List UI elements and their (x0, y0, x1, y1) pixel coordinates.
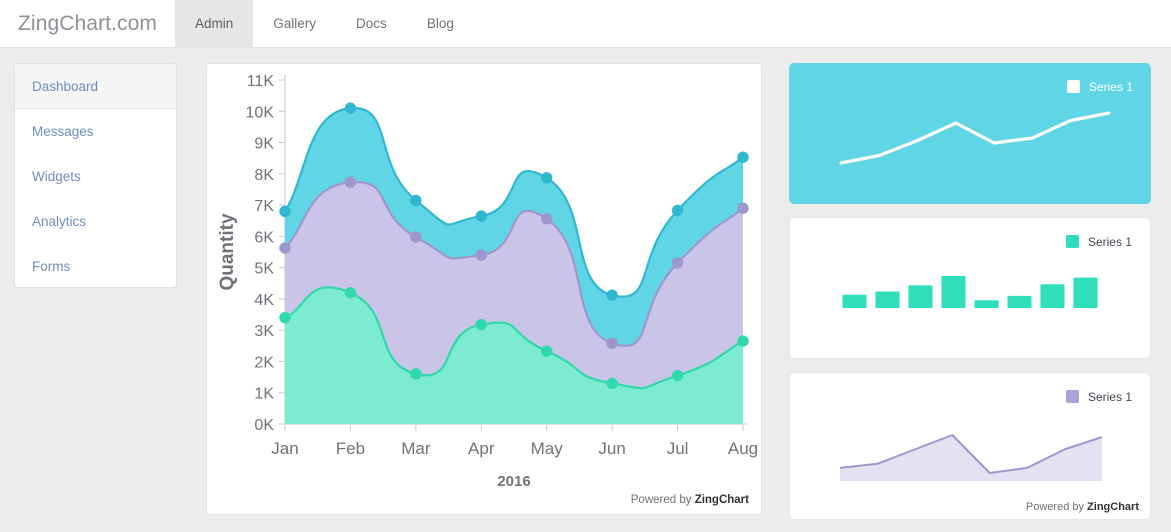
mini-bar (1007, 295, 1032, 308)
panel-area-chart[interactable]: Series 1 Powered by ZingChart (789, 372, 1151, 520)
y-tick-label: 2K (254, 354, 274, 371)
y-tick-label: 11K (247, 73, 275, 90)
data-point[interactable] (475, 210, 487, 222)
sidebar-item-dashboard[interactable]: Dashboard (15, 64, 176, 109)
y-tick-label: 4K (254, 292, 274, 309)
data-point[interactable] (541, 345, 553, 357)
data-point[interactable] (344, 286, 357, 299)
panel-3-miniarea (839, 434, 1103, 481)
x-tick-label: Mar (401, 439, 431, 458)
page-body: Dashboard Messages Widgets Analytics For… (0, 48, 1171, 532)
x-tick-label: Feb (336, 439, 365, 458)
x-tick-label: May (531, 439, 564, 458)
credit-prefix: Powered by (1025, 501, 1088, 513)
right-panel-column: Series 1 Series 1 Series 1 Powered by Zi… (789, 63, 1151, 532)
data-point[interactable] (606, 337, 618, 350)
y-axis-title: Quantity (217, 213, 238, 290)
mini-bar (875, 291, 900, 308)
nav-tab-docs[interactable]: Docs (336, 0, 407, 47)
y-tick-label: 10K (246, 104, 275, 121)
y-tick-label: 9K (254, 136, 274, 153)
panel-line-chart[interactable]: Series 1 (789, 63, 1151, 204)
sparkline-path (839, 111, 1111, 165)
nav-tab-list: Admin Gallery Docs Blog (175, 0, 474, 47)
data-point[interactable] (344, 176, 357, 188)
nav-tab-gallery[interactable]: Gallery (253, 0, 336, 47)
panel-1-sparkline (839, 111, 1111, 165)
data-point[interactable] (671, 369, 684, 382)
panel-2-minibars (842, 276, 1098, 308)
y-tick-label: 1K (254, 386, 274, 403)
y-tick-label: 3K (254, 323, 274, 340)
data-point[interactable] (475, 318, 487, 331)
brand-logo[interactable]: ZingChart.com (0, 0, 175, 47)
y-tick-label: 7K (254, 198, 274, 215)
data-point[interactable] (541, 213, 553, 225)
mini-bar (974, 300, 999, 308)
y-tick-label: 6K (254, 229, 274, 246)
mini-bar (908, 285, 933, 308)
data-point[interactable] (606, 289, 618, 301)
main-chart-card: 0K 1K 2K 3K 4K 5K 6K 7K 8K 9K 10K 11K Jan Feb Mar Apr Ma… (206, 63, 762, 515)
credit-brand: ZingChart (694, 494, 749, 506)
sidebar-item-widgets[interactable]: Widgets (15, 154, 176, 199)
y-tick-label: 8K (254, 167, 274, 184)
zingchart-credit: Powered by ZingChart (1026, 501, 1139, 513)
data-point[interactable] (410, 231, 422, 243)
x-tick-label: Aug (728, 439, 758, 458)
y-tick-label: 0K (254, 417, 274, 434)
data-point[interactable] (410, 368, 422, 380)
data-point[interactable] (344, 102, 357, 114)
data-point[interactable] (279, 311, 291, 324)
x-axis-title: 2016 (497, 473, 530, 490)
mini-area-fill (840, 435, 1102, 481)
x-tick-label: Jan (271, 439, 298, 458)
mini-bar (842, 294, 867, 308)
data-point[interactable] (671, 204, 684, 217)
data-point[interactable] (279, 242, 291, 254)
nav-tab-blog[interactable]: Blog (407, 0, 474, 47)
data-point[interactable] (541, 172, 553, 184)
mini-bar (1040, 284, 1065, 308)
x-tick-label: Apr (468, 439, 495, 458)
sidebar: Dashboard Messages Widgets Analytics For… (14, 63, 177, 288)
data-point[interactable] (475, 249, 487, 261)
data-point[interactable] (737, 335, 749, 347)
y-tick-label: 5K (254, 261, 274, 278)
credit-brand: ZingChart (1087, 501, 1139, 513)
panel-bar-chart[interactable]: Series 1 (789, 217, 1151, 359)
data-point[interactable] (606, 377, 618, 390)
data-point[interactable] (279, 205, 291, 218)
data-point[interactable] (737, 202, 749, 214)
zingchart-credit: Powered by ZingChart (631, 494, 749, 506)
mini-bar (1073, 277, 1098, 308)
data-point[interactable] (737, 151, 749, 163)
nav-tab-admin[interactable]: Admin (175, 0, 254, 47)
sidebar-item-analytics[interactable]: Analytics (15, 199, 176, 244)
x-tick-label: Jul (667, 439, 689, 458)
data-point[interactable] (671, 257, 684, 269)
top-navbar: ZingChart.com Admin Gallery Docs Blog (0, 0, 1171, 48)
mini-bar (941, 276, 966, 308)
main-stacked-area-chart[interactable]: 0K 1K 2K 3K 4K 5K 6K 7K 8K 9K 10K 11K Jan Feb Mar Apr Ma… (207, 64, 761, 514)
credit-prefix: Powered by (630, 494, 695, 506)
sidebar-item-messages[interactable]: Messages (15, 109, 176, 154)
data-point[interactable] (410, 194, 422, 207)
sidebar-item-forms[interactable]: Forms (15, 244, 176, 289)
x-tick-label: Jun (598, 439, 625, 458)
